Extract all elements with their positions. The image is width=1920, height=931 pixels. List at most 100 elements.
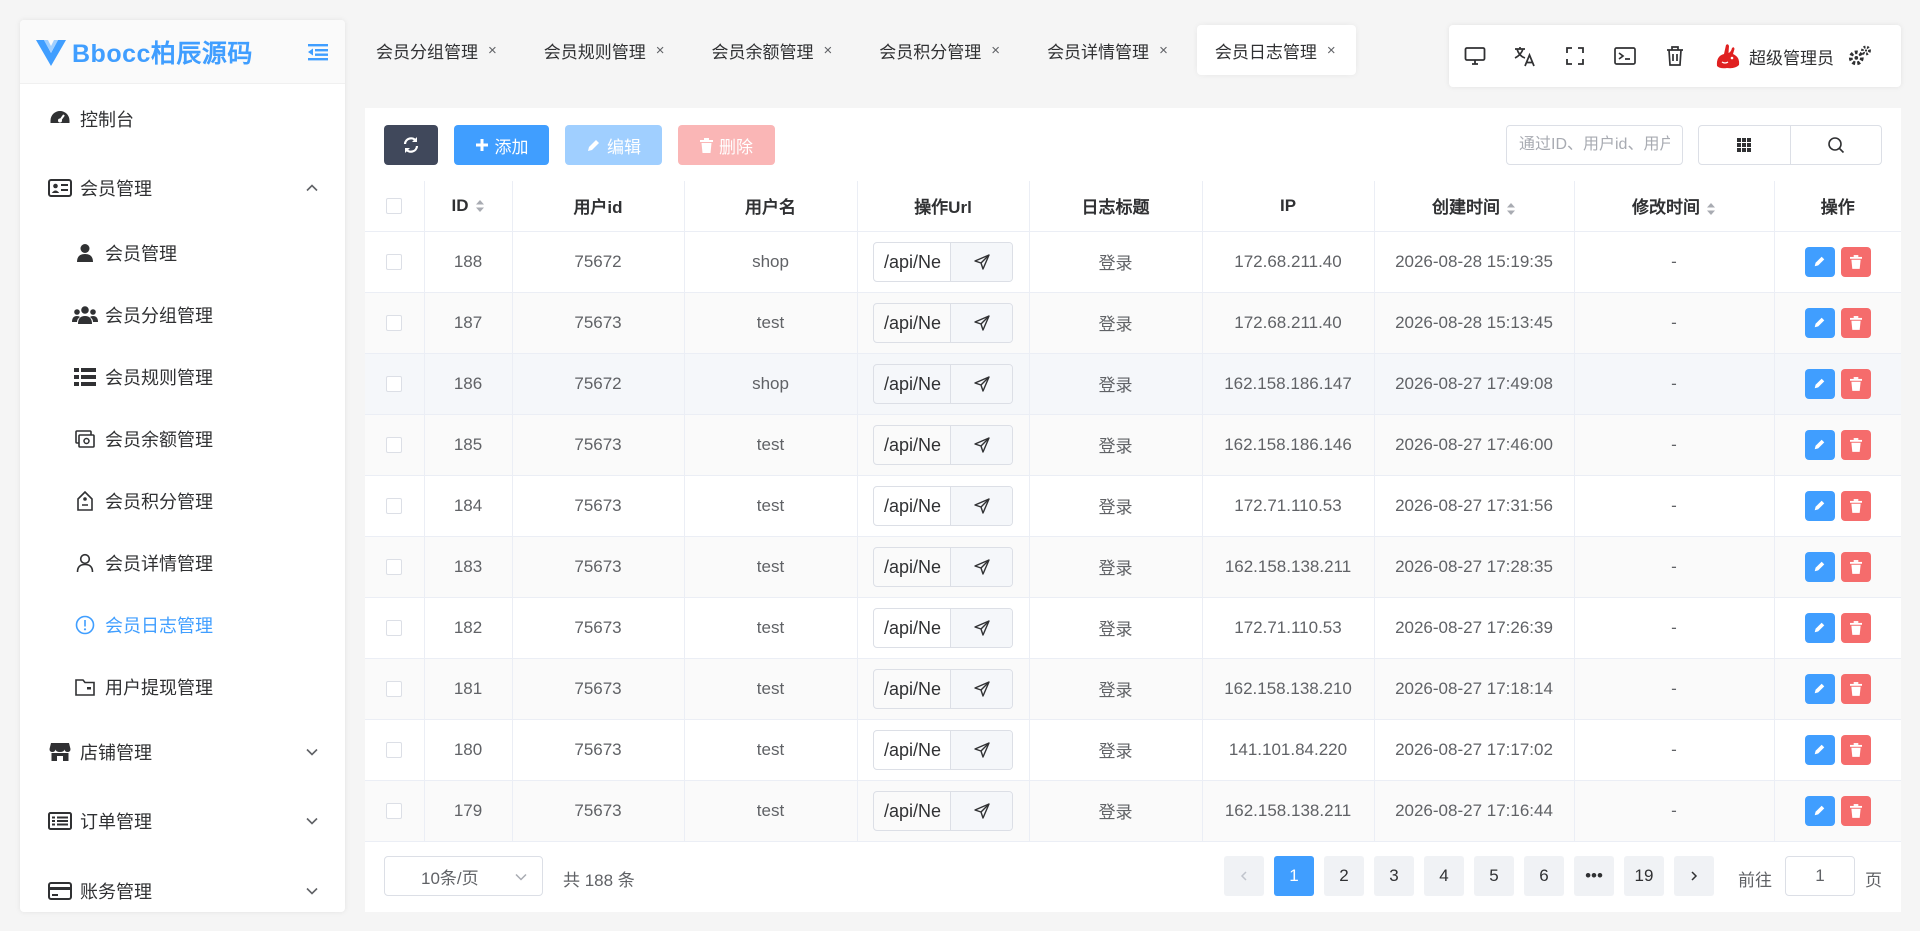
row-select-cell[interactable] <box>365 658 425 720</box>
refresh-button[interactable] <box>384 125 438 165</box>
column-header[interactable]: ID <box>424 181 513 232</box>
terminal-icon[interactable] <box>1613 44 1637 68</box>
row-delete-button[interactable] <box>1840 734 1871 765</box>
next-page-button[interactable] <box>1674 856 1714 896</box>
table-row[interactable]: 186 75672 shop/api/Ne 登录 162.158.186.147 2026… <box>365 353 1901 415</box>
row-edit-button[interactable] <box>1804 246 1835 277</box>
row-edit-button[interactable] <box>1804 734 1835 765</box>
row-delete-button[interactable] <box>1840 795 1871 826</box>
row-delete-button[interactable] <box>1840 612 1871 643</box>
sidebar-item-store-management[interactable]: 店铺管理 <box>20 718 345 786</box>
row-delete-button[interactable] <box>1840 551 1871 582</box>
url-field[interactable]: /api/Ne <box>873 241 1013 282</box>
url-text[interactable]: /api/Ne <box>874 731 950 769</box>
table-row[interactable]: 180 75673 test/api/Ne 登录 141.101.84.220 2026-… <box>365 719 1901 781</box>
trash-icon[interactable] <box>1663 44 1687 68</box>
row-edit-button[interactable] <box>1804 307 1835 338</box>
sidebar-item-member-management[interactable]: 会员管理 <box>20 154 345 222</box>
checkbox[interactable] <box>386 803 403 820</box>
checkbox[interactable] <box>386 498 403 515</box>
url-text[interactable]: /api/Ne <box>874 548 950 586</box>
page-size-select[interactable]: 10条/页 <box>384 856 543 896</box>
checkbox[interactable] <box>386 620 403 637</box>
url-field[interactable]: /api/Ne <box>873 790 1013 831</box>
sidebar-item-finance-management[interactable]: 账务管理 <box>20 856 345 912</box>
row-select-cell[interactable] <box>365 719 425 781</box>
row-edit-button[interactable] <box>1804 551 1835 582</box>
submenu-item-member-rules[interactable]: 会员规则管理 <box>20 346 345 408</box>
page-button[interactable]: 4 <box>1424 856 1464 896</box>
row-select-cell[interactable] <box>365 475 425 537</box>
checkbox[interactable] <box>386 559 403 576</box>
url-field[interactable]: /api/Ne <box>873 729 1013 770</box>
checkbox[interactable] <box>386 437 403 454</box>
close-icon[interactable]: × <box>656 42 665 59</box>
close-icon[interactable]: × <box>1159 42 1168 59</box>
tab-member-group[interactable]: 会员分组管理 × <box>358 25 517 75</box>
table-row[interactable]: 187 75673 test/api/Ne 登录 172.68.211.40 2026-0… <box>365 292 1901 354</box>
translate-icon[interactable] <box>1513 44 1537 68</box>
close-icon[interactable]: × <box>488 42 497 59</box>
row-edit-button[interactable] <box>1804 429 1835 460</box>
row-select-cell[interactable] <box>365 353 425 415</box>
more-pages-button[interactable]: ••• <box>1574 856 1614 896</box>
url-field[interactable]: /api/Ne <box>873 363 1013 404</box>
page-button[interactable]: 2 <box>1324 856 1364 896</box>
submenu-item-member-points[interactable]: 会员积分管理 <box>20 470 345 532</box>
url-text[interactable]: /api/Ne <box>874 609 950 647</box>
page-button[interactable]: 3 <box>1374 856 1414 896</box>
checkbox[interactable] <box>386 742 403 759</box>
close-icon[interactable]: × <box>991 42 1000 59</box>
row-edit-button[interactable] <box>1804 795 1835 826</box>
column-toggle-button[interactable] <box>1699 126 1791 164</box>
url-text[interactable]: /api/Ne <box>874 426 950 464</box>
sidebar-item-order-management[interactable]: 订单管理 <box>20 786 345 856</box>
checkbox[interactable] <box>386 254 403 271</box>
table-row[interactable]: 184 75673 test/api/Ne 登录 172.71.110.53 2026-0… <box>365 475 1901 537</box>
row-edit-button[interactable] <box>1804 490 1835 521</box>
open-url-button[interactable] <box>950 303 1012 342</box>
url-field[interactable]: /api/Ne <box>873 302 1013 343</box>
page-button[interactable]: 1 <box>1274 856 1314 896</box>
row-select-cell[interactable] <box>365 414 425 476</box>
url-text[interactable]: /api/Ne <box>874 243 950 281</box>
add-button[interactable]: 添加 <box>454 125 549 165</box>
row-select-cell[interactable] <box>365 780 425 842</box>
column-header[interactable]: 创建时间 <box>1374 181 1575 232</box>
open-url-button[interactable] <box>950 364 1012 403</box>
url-field[interactable]: /api/Ne <box>873 424 1013 465</box>
tab-member-log[interactable]: 会员日志管理 × <box>1196 25 1356 75</box>
row-edit-button[interactable] <box>1804 612 1835 643</box>
url-field[interactable]: /api/Ne <box>873 668 1013 709</box>
row-edit-button[interactable] <box>1804 368 1835 399</box>
open-url-button[interactable] <box>950 730 1012 769</box>
url-text[interactable]: /api/Ne <box>874 365 950 403</box>
prev-page-button[interactable] <box>1224 856 1264 896</box>
url-field[interactable]: /api/Ne <box>873 546 1013 587</box>
submenu-item-member[interactable]: 会员管理 <box>20 222 345 284</box>
row-edit-button[interactable] <box>1804 673 1835 704</box>
page-button[interactable]: 5 <box>1474 856 1514 896</box>
row-delete-button[interactable] <box>1840 246 1871 277</box>
row-select-cell[interactable] <box>365 231 425 293</box>
select-all-cell[interactable] <box>365 181 425 232</box>
open-url-button[interactable] <box>950 608 1012 647</box>
url-field[interactable]: /api/Ne <box>873 607 1013 648</box>
table-row[interactable]: 183 75673 test/api/Ne 登录 162.158.138.211 2026… <box>365 536 1901 598</box>
table-row[interactable]: 185 75673 test/api/Ne 登录 162.158.186.146 2026… <box>365 414 1901 476</box>
checkbox[interactable] <box>386 198 403 215</box>
checkbox[interactable] <box>386 315 403 332</box>
tab-member-points[interactable]: 会员积分管理 × <box>861 25 1020 75</box>
open-url-button[interactable] <box>950 669 1012 708</box>
row-delete-button[interactable] <box>1840 307 1871 338</box>
row-select-cell[interactable] <box>365 292 425 354</box>
open-url-button[interactable] <box>950 791 1012 830</box>
checkbox[interactable] <box>386 376 403 393</box>
open-url-button[interactable] <box>950 242 1012 281</box>
table-row[interactable]: 181 75673 test/api/Ne 登录 162.158.138.210 2026… <box>365 658 1901 720</box>
submenu-item-member-log[interactable]: 会员日志管理 <box>20 594 345 656</box>
page-button[interactable]: 19 <box>1624 856 1664 896</box>
url-text[interactable]: /api/Ne <box>874 670 950 708</box>
table-row[interactable]: 188 75672 shop/api/Ne 登录 172.68.211.40 2026-0… <box>365 231 1901 293</box>
open-url-button[interactable] <box>950 547 1012 586</box>
